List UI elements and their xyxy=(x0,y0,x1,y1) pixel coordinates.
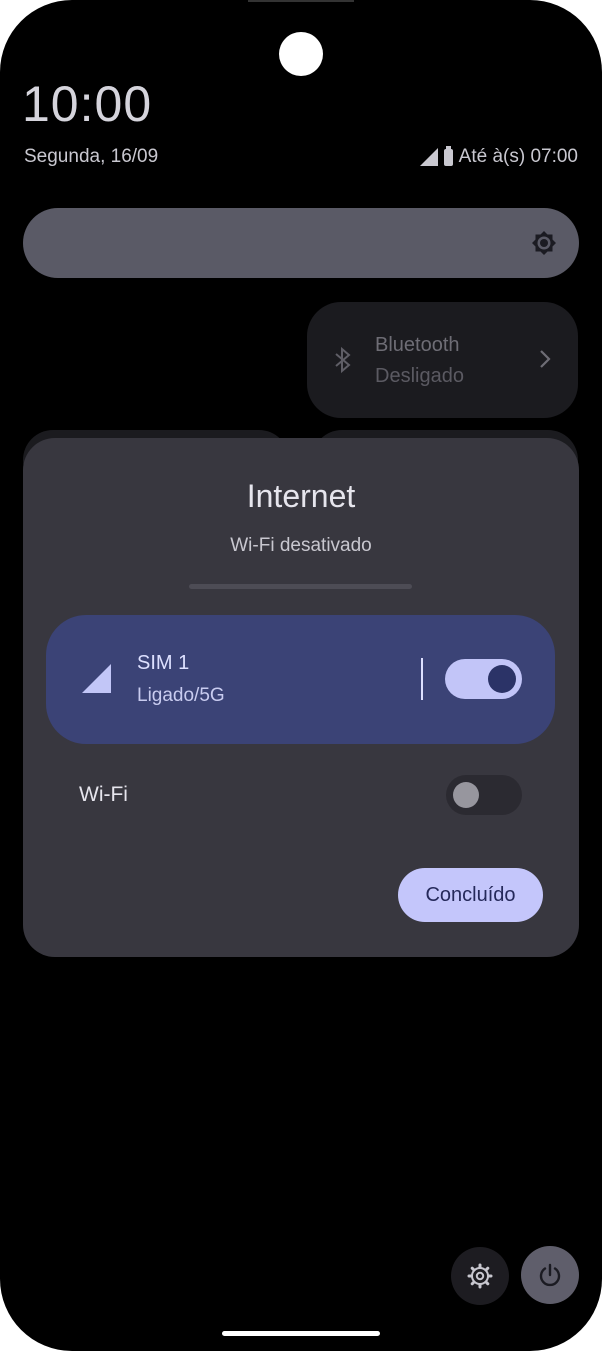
clock: 10:00 xyxy=(22,76,153,132)
bluetooth-tile[interactable]: Bluetooth Desligado xyxy=(307,302,578,418)
power-icon xyxy=(539,1263,561,1287)
date-label[interactable]: Segunda, 16/09 xyxy=(24,146,158,168)
bluetooth-status: Desligado xyxy=(375,365,464,387)
dialog-subtitle: Wi-Fi desativado xyxy=(230,535,372,556)
chevron-right-icon xyxy=(540,350,551,368)
home-indicator[interactable] xyxy=(222,1331,380,1336)
internet-dialog: Internet Wi-Fi desativado SIM 1 Ligado/5… xyxy=(23,438,579,957)
signal-icon xyxy=(419,148,438,166)
status-icons: Até à(s) 07:00 xyxy=(419,145,578,168)
sim-title: SIM 1 xyxy=(137,652,190,674)
battery-icon xyxy=(443,145,453,166)
bluetooth-title: Bluetooth xyxy=(375,334,460,356)
gear-icon xyxy=(467,1263,493,1289)
sim-divider xyxy=(421,658,423,700)
sim-status: Ligado/5G xyxy=(137,685,225,706)
sim-toggle[interactable] xyxy=(445,659,522,699)
bluetooth-icon xyxy=(335,346,351,374)
top-bezel-line xyxy=(248,0,354,2)
brightness-icon xyxy=(532,231,556,255)
alarm-text: Até à(s) 07:00 xyxy=(458,146,578,167)
progress-divider xyxy=(189,584,412,589)
signal-icon xyxy=(82,664,111,693)
done-button[interactable]: Concluído xyxy=(398,868,543,922)
settings-button[interactable] xyxy=(451,1247,509,1305)
sim-card-row[interactable]: SIM 1 Ligado/5G xyxy=(46,615,555,744)
phone-screen: 10:00 Segunda, 16/09 Até à(s) 07:00 Blue… xyxy=(0,0,602,1351)
dialog-title: Internet xyxy=(246,478,356,514)
wifi-label: Wi-Fi xyxy=(79,783,128,806)
wifi-toggle[interactable] xyxy=(446,775,522,815)
power-button[interactable] xyxy=(521,1246,579,1304)
sim-toggle-knob xyxy=(488,665,516,693)
wifi-toggle-knob xyxy=(453,782,479,808)
front-camera xyxy=(279,32,323,76)
brightness-slider[interactable] xyxy=(23,208,579,278)
